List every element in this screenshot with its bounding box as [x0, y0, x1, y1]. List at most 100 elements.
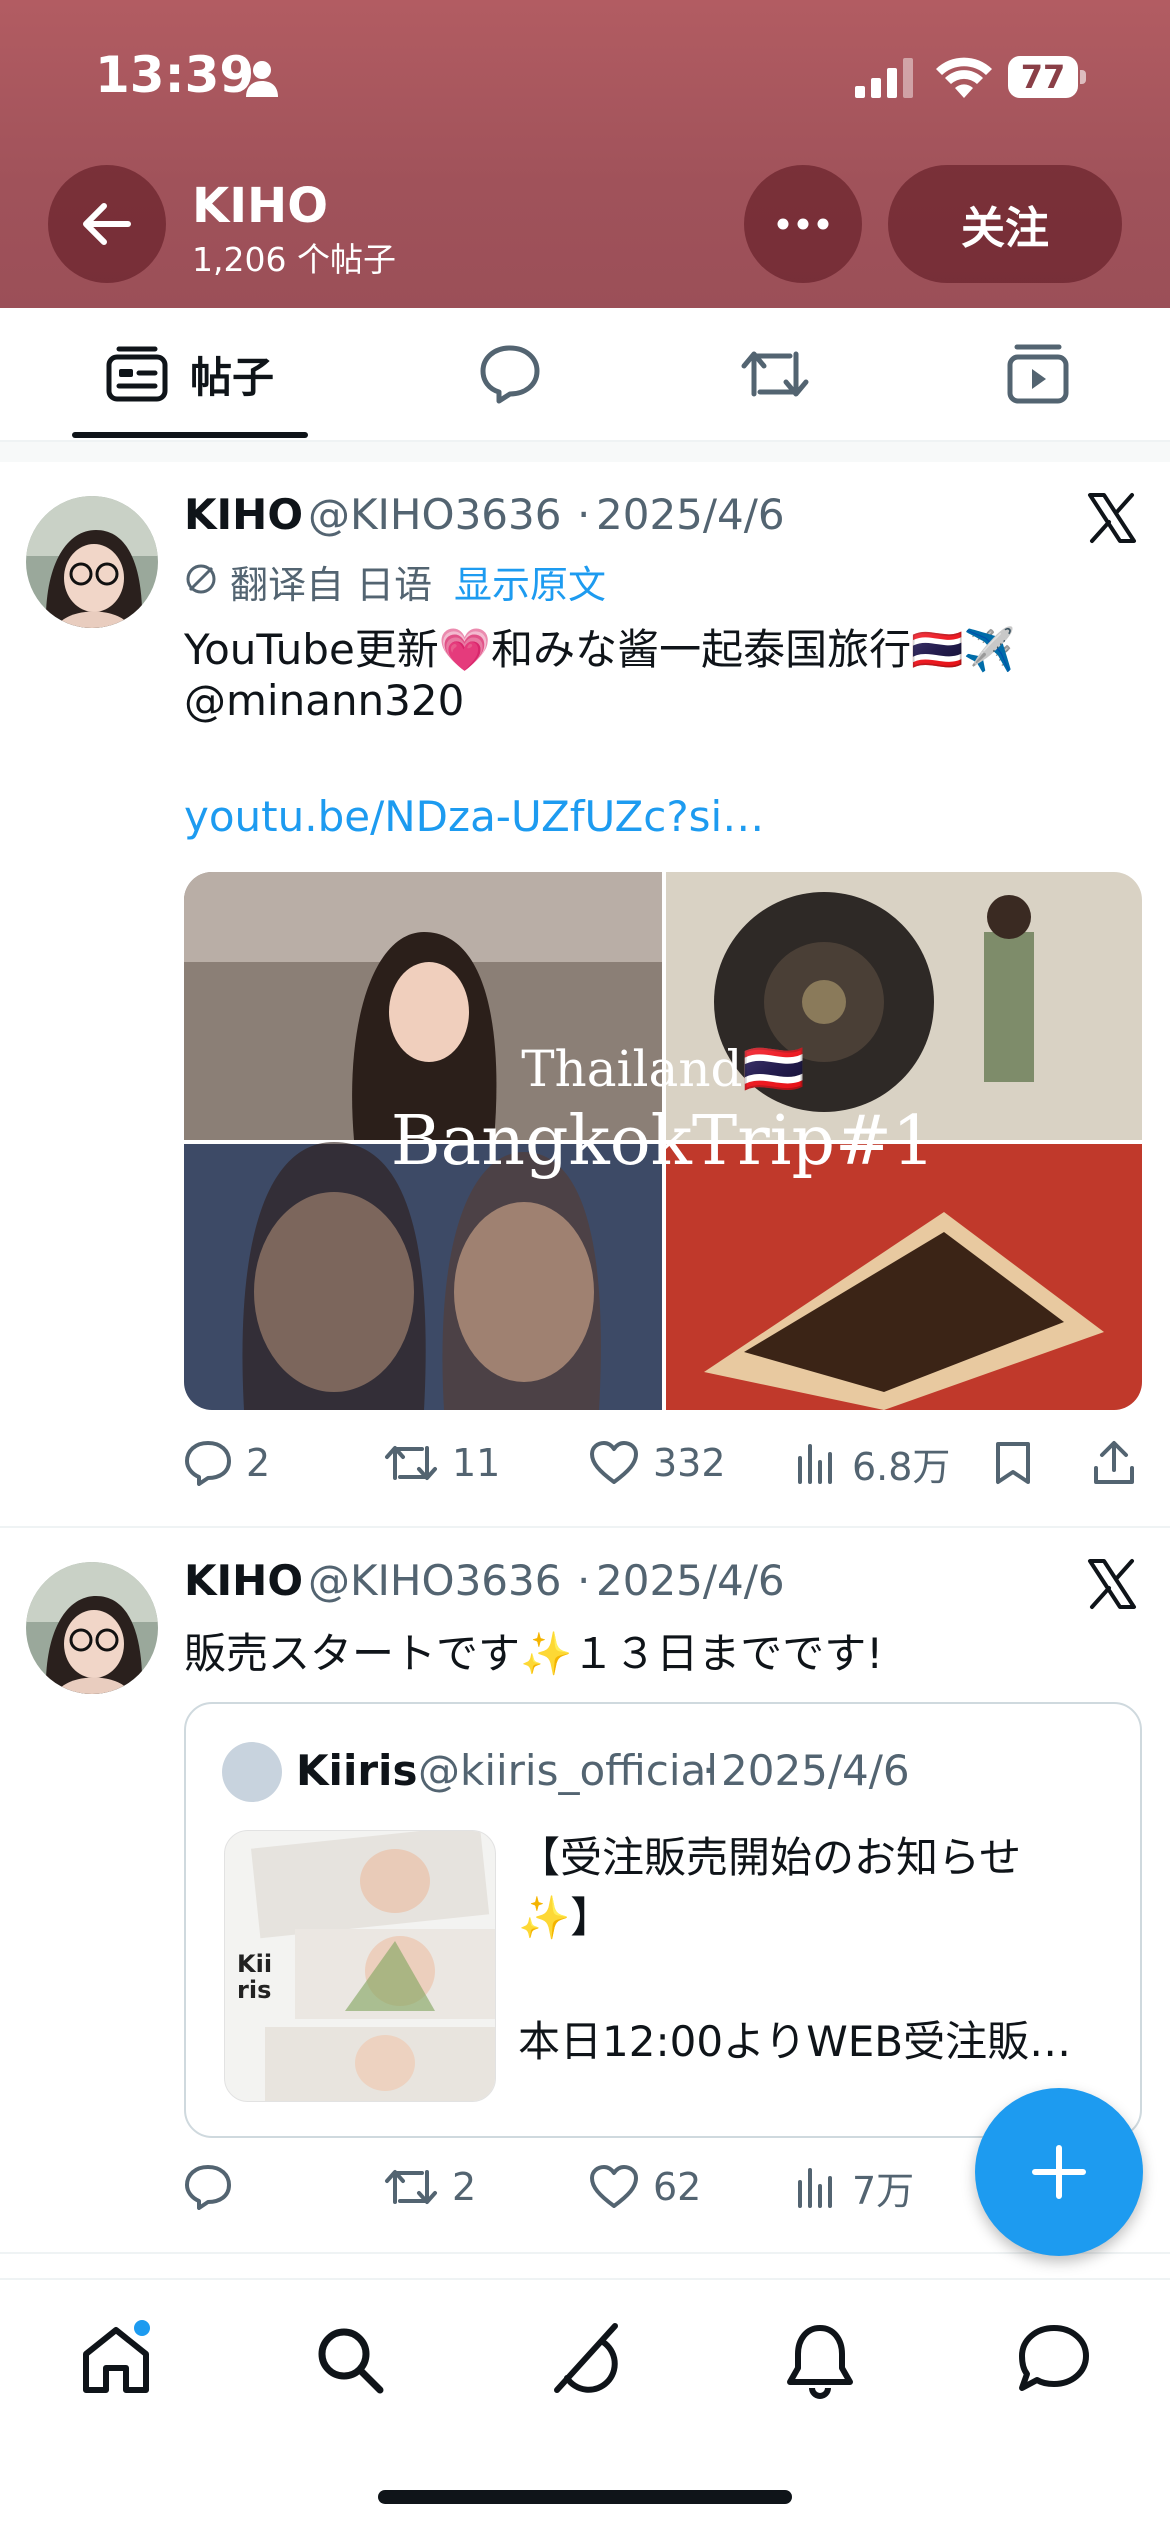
heart-icon [590, 2165, 638, 2208]
views-icon [798, 1444, 832, 1484]
avatar-image [26, 496, 158, 628]
compose-button[interactable] [975, 2088, 1143, 2256]
post-actions: 2 11 332 6.8万 [184, 1428, 1142, 1498]
quote-avatar[interactable] [222, 1742, 282, 1802]
quoted-post[interactable]: Kiiris @kiiris_official · 2025/4/6 Kii r… [184, 1702, 1142, 2138]
tab-media[interactable] [968, 308, 1108, 440]
profile-header: 13:39 77 KIHO 1,206 个帖子 关注 [0, 0, 1170, 308]
post-text-line-1: YouTube更新💗和みな酱一起泰国旅行🇹🇭✈️ [184, 625, 1016, 674]
author-handle[interactable]: @KIHO3636 [308, 490, 561, 539]
post-date[interactable]: 2025/4/6 [596, 1556, 785, 1605]
quote-text-line-2: ✨】 [518, 1893, 613, 1942]
quote-date[interactable]: 2025/4/6 [721, 1746, 910, 1795]
views-button[interactable]: 6.8万 [796, 1428, 950, 1498]
home-indicator [378, 2490, 792, 2504]
like-count: 332 [653, 1441, 726, 1485]
post-date[interactable]: 2025/4/6 [596, 490, 785, 539]
media-icon [1007, 344, 1069, 404]
author-name[interactable]: KIHO [184, 1556, 303, 1605]
views-icon [798, 2168, 832, 2208]
quote-text-line-1: 【受注販売開始のお知らせ [518, 1833, 1022, 1882]
translate-icon [186, 564, 216, 594]
status-bar: 13:39 77 [0, 0, 1170, 150]
battery-nub [1080, 70, 1086, 84]
bookmark-icon [996, 1442, 1030, 1484]
post-divider [0, 1526, 1170, 1528]
author-handle[interactable]: @KIHO3636 [308, 1556, 561, 1605]
battery-level: 77 [1008, 56, 1078, 98]
home-icon [83, 2320, 150, 2393]
repost-icon [385, 2170, 437, 2204]
views-count: 6.8万 [852, 1444, 951, 1489]
translated-from: 翻译自 日语 [230, 563, 433, 607]
like-button[interactable]: 332 [589, 1428, 726, 1498]
reply-count: 2 [246, 1441, 271, 1485]
follow-button[interactable]: 关注 [888, 165, 1122, 283]
reply-button[interactable] [184, 2152, 246, 2222]
author-name[interactable]: KIHO [184, 490, 303, 539]
nav-messages[interactable] [1014, 2320, 1094, 2400]
quote-thumbnail[interactable]: Kii ris [224, 1830, 496, 2102]
plus-icon [1032, 2145, 1086, 2199]
heart-icon [590, 1441, 638, 1484]
x-logo-icon [1088, 493, 1136, 543]
repost-button[interactable]: 2 [384, 2152, 476, 2222]
repost-count: 2 [452, 2165, 477, 2209]
share-button[interactable] [1092, 1428, 1150, 1498]
replies-icon [480, 345, 540, 404]
repost-count: 11 [452, 1441, 501, 1485]
views-button[interactable]: 7万 [796, 2152, 914, 2222]
grok-icon [554, 2323, 618, 2393]
nav-grok[interactable] [545, 2320, 625, 2400]
quote-author-name[interactable]: Kiiris [296, 1746, 417, 1795]
like-count: 62 [653, 2165, 702, 2209]
tab-replies[interactable] [440, 308, 580, 440]
reply-button[interactable]: 2 [184, 1428, 270, 1498]
avatar[interactable] [26, 1562, 158, 1694]
more-dots-icon [777, 218, 829, 230]
nav-search[interactable] [310, 2320, 390, 2400]
like-button[interactable]: 62 [589, 2152, 701, 2222]
back-button[interactable] [48, 165, 166, 283]
avatar[interactable] [26, 496, 158, 628]
wifi-icon [936, 57, 992, 98]
cellular-signal-icon [855, 58, 913, 98]
posts-icon [106, 346, 168, 402]
battery-indicator: 77 [1008, 56, 1086, 100]
profile-tabs: 帖子 [0, 308, 1170, 442]
quote-text-line-3: 本日12:00よりWEB受注販… [518, 2017, 1072, 2066]
x-logo-icon [1088, 1559, 1136, 1609]
post-text-line-1: 販売スタートです✨１３日までです! [184, 1629, 884, 1678]
media-overlay-title: Thailand🇹🇭 [521, 1040, 805, 1098]
separator: · [577, 1556, 591, 1605]
separator: · [577, 490, 591, 539]
youtube-link[interactable]: youtu.be/NDza-UZfUZc?si… [184, 792, 764, 841]
repost-button[interactable]: 11 [384, 1428, 500, 1498]
person-icon [246, 61, 278, 97]
share-icon [1094, 1441, 1134, 1484]
reply-icon [185, 1441, 231, 1486]
quote-separator: · [702, 1746, 716, 1795]
show-original-link[interactable]: 显示原文 [454, 554, 606, 609]
status-time: 13:39 [95, 46, 255, 104]
more-button[interactable] [744, 165, 862, 283]
repost-icon [385, 1446, 437, 1480]
reposts-icon [741, 351, 809, 397]
messages-icon [1019, 2325, 1089, 2391]
active-tab-indicator [72, 432, 308, 438]
media-overlay-subtitle: BangkokTrip#1 [390, 1102, 936, 1181]
tab-posts[interactable]: 帖子 [60, 308, 320, 440]
notifications-icon [787, 2325, 853, 2399]
post-media-thumbnail[interactable]: Thailand🇹🇭 BangkokTrip#1 [184, 872, 1142, 1410]
mention-link[interactable]: @minann320 [184, 676, 464, 725]
arrow-left-icon [83, 203, 131, 245]
section-gap [0, 442, 1170, 462]
reply-icon [185, 2165, 231, 2210]
nav-home[interactable] [76, 2320, 156, 2400]
nav-notifications[interactable] [780, 2320, 860, 2400]
quote-author-handle[interactable]: @kiiris_official [418, 1746, 718, 1795]
bookmark-button[interactable] [994, 1428, 1046, 1498]
post-count: 1,206 个帖子 [192, 240, 396, 279]
search-icon [318, 2328, 384, 2394]
tab-reposts[interactable] [705, 308, 845, 440]
